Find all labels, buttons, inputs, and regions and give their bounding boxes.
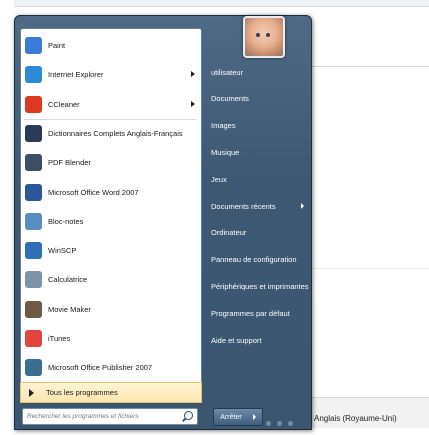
program-label: Bloc-notes [48, 216, 84, 226]
calculator-icon [25, 271, 42, 289]
internet-explorer-icon [25, 66, 42, 84]
dictionary-icon [25, 124, 42, 142]
chevron-right-icon [301, 203, 304, 209]
program-label: Microsoft Office Publisher 2007 [48, 363, 153, 373]
program-label: Calculatrice [48, 275, 88, 285]
right-pane-label: utilisateur [211, 67, 244, 77]
separator [24, 118, 196, 120]
winscp-icon [25, 242, 42, 260]
publisher-icon [25, 359, 42, 377]
search-icon[interactable] [184, 411, 193, 420]
chevron-right-icon [191, 100, 195, 107]
right-pane-label: Aide et support [211, 335, 262, 345]
window-top-strip [14, 0, 429, 7]
right-pane-item[interactable]: Images [205, 115, 311, 137]
search-box[interactable] [22, 408, 198, 425]
program-label: Internet Explorer [48, 70, 104, 80]
pdf-blender-icon [25, 154, 42, 172]
program-label: iTunes [48, 334, 71, 343]
chevron-right-icon [253, 414, 256, 420]
program-label: WinSCP [48, 246, 77, 256]
right-pane-label: Musique [211, 147, 240, 157]
chevron-right-icon [191, 71, 195, 78]
program-item[interactable]: PDF Blender [21, 150, 201, 175]
search-input[interactable] [23, 410, 177, 423]
ccleaner-icon [25, 95, 42, 113]
right-pane-item[interactable]: utilisateur [205, 61, 311, 83]
right-pane-label: Périphériques et imprimantes [211, 281, 309, 291]
all-programs-button[interactable]: Tous les programmes [20, 382, 202, 403]
background-status-bar [305, 397, 429, 428]
program-item[interactable]: Dictionnaires Complets Anglais-Français [21, 121, 201, 146]
right-pane-item[interactable]: Documents [205, 88, 311, 110]
shutdown-options-button[interactable] [248, 408, 263, 426]
right-pane-item[interactable]: Panneau de configuration [205, 249, 311, 271]
right-pane-item[interactable]: Documents récents [205, 195, 311, 217]
avatar-eye [266, 33, 270, 37]
decorative-dots [266, 413, 311, 426]
program-label: Movie Maker [48, 304, 91, 314]
right-pane-label: Ordinateur [211, 228, 247, 238]
program-item[interactable]: Microsoft Office Word 2007 [21, 180, 201, 205]
language-label: Anglais (Royaume-Uni) [314, 414, 397, 423]
all-programs-label: Tous les programmes [46, 388, 118, 397]
program-item[interactable]: WinSCP [21, 238, 201, 263]
program-label: PDF Blender [48, 158, 91, 168]
notepad-icon [25, 212, 42, 230]
program-item[interactable]: Movie Maker [21, 297, 201, 322]
right-pane-item[interactable]: Musique [205, 141, 311, 163]
paint-icon [25, 37, 42, 54]
right-pane-item[interactable]: Ordinateur [205, 222, 311, 244]
right-pane-label: Panneau de configuration [211, 255, 297, 265]
right-pane-label: Images [211, 121, 236, 131]
screen-border [0, 0, 14, 435]
program-item[interactable]: Paint [21, 33, 201, 58]
right-pane-item[interactable]: Programmes par défaut [205, 302, 311, 324]
program-item[interactable]: Internet Explorer [21, 62, 201, 87]
program-item[interactable]: CCleaner [21, 92, 201, 117]
start-menu: Paint Internet Explorer CCleaner Dictionnai… [14, 15, 312, 430]
triangle-right-icon [29, 388, 34, 397]
movie-maker-icon [25, 300, 42, 318]
program-label: Dictionnaires Complets Anglais-Français [48, 128, 183, 138]
right-pane-label: Programmes par défaut [211, 308, 290, 318]
program-label: Microsoft Office Word 2007 [48, 187, 139, 197]
program-label: Paint [48, 41, 66, 50]
shutdown-button[interactable]: Arrêter [213, 408, 249, 426]
program-item[interactable]: iTunes [21, 326, 201, 351]
program-item[interactable]: Bloc-notes [21, 209, 201, 234]
word-icon [25, 183, 42, 201]
right-pane-item[interactable]: Aide et support [205, 329, 311, 351]
right-pane-item[interactable]: Jeux [205, 168, 311, 190]
program-label: CCleaner [48, 99, 80, 109]
right-pane-label: Documents récents [211, 201, 276, 211]
program-item[interactable]: Calculatrice [21, 267, 201, 292]
user-avatar[interactable] [243, 16, 285, 58]
itunes-icon [25, 330, 42, 347]
right-pane-label: Jeux [211, 174, 227, 184]
background-divider [310, 66, 429, 67]
avatar-eye [256, 33, 260, 37]
background-divider [310, 268, 429, 269]
right-pane-item[interactable]: Périphériques et imprimantes [205, 275, 311, 297]
program-item[interactable]: Microsoft Office Publisher 2007 [21, 355, 201, 380]
shutdown-label: Arrêter [220, 413, 242, 421]
right-pane-label: Documents [211, 94, 249, 104]
pinned-programs-list: Paint Internet Explorer CCleaner Dictionnai… [20, 28, 202, 383]
